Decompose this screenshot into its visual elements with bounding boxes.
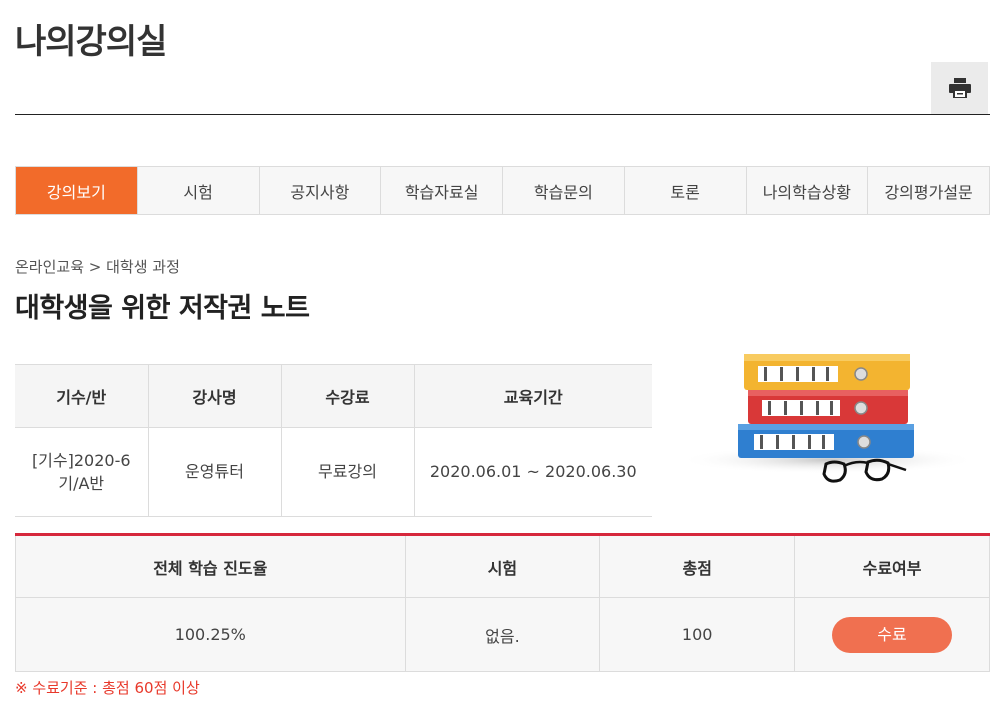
- result-header-score: 총점: [599, 534, 796, 598]
- learning-result-table: 전체 학습 진도율 시험 총점 수료여부 100.25% 없음. 100 수료: [15, 533, 990, 672]
- tab-materials[interactable]: 학습자료실: [381, 167, 503, 214]
- course-title: 대학생을 위한 저작권 노트: [15, 293, 310, 324]
- table-row: 100.25% 없음. 100 수료: [15, 597, 990, 672]
- breadcrumb: 온라인교육 > 대학생 과정: [15, 258, 180, 276]
- result-header-progress: 전체 학습 진도율: [15, 534, 406, 598]
- tab-inquiry[interactable]: 학습문의: [503, 167, 625, 214]
- info-instructor: 운영튜터: [148, 427, 282, 517]
- info-header-period: 교육기간: [414, 364, 652, 428]
- result-header-completion: 수료여부: [794, 534, 990, 598]
- table-row: [기수]2020-6기/A반 운영튜터 무료강의 2020.06.01 ~ 20…: [15, 427, 652, 517]
- page-title: 나의강의실: [15, 22, 167, 62]
- info-fee: 무료강의: [281, 427, 415, 517]
- info-header-fee: 수강료: [281, 364, 415, 428]
- info-cohort: [기수]2020-6기/A반: [15, 427, 149, 517]
- completion-criteria-note: ※ 수료기준 : 총점 60점 이상: [15, 679, 200, 697]
- total-score: 100: [599, 597, 796, 672]
- binders-illustration: [678, 354, 978, 483]
- tab-lecture-view[interactable]: 강의보기: [16, 167, 138, 214]
- result-header-exam: 시험: [404, 534, 601, 598]
- completion-badge[interactable]: 수료: [832, 616, 953, 653]
- tab-discussion[interactable]: 토론: [625, 167, 747, 214]
- title-divider: [15, 114, 990, 115]
- tab-exam[interactable]: 시험: [138, 167, 260, 214]
- info-header-instructor: 강사명: [148, 364, 282, 428]
- lecture-tab-bar: 강의보기 시험 공지사항 학습자료실 학습문의 토론 나의학습상황 강의평가설문: [15, 166, 990, 215]
- course-info-table: 기수/반 강사명 수강료 교육기간 [기수]2020-6기/A반 운영튜터 무료…: [15, 364, 652, 517]
- info-header-cohort: 기수/반: [15, 364, 149, 428]
- print-icon: [948, 78, 971, 98]
- tab-course-survey[interactable]: 강의평가설문: [868, 167, 989, 214]
- completion-cell: 수료: [794, 597, 990, 672]
- print-button[interactable]: [931, 62, 988, 114]
- tab-my-progress[interactable]: 나의학습상황: [747, 167, 869, 214]
- progress-rate: 100.25%: [15, 597, 406, 672]
- info-period: 2020.06.01 ~ 2020.06.30: [414, 427, 652, 517]
- exam-status: 없음.: [404, 597, 601, 672]
- tab-notice[interactable]: 공지사항: [260, 167, 382, 214]
